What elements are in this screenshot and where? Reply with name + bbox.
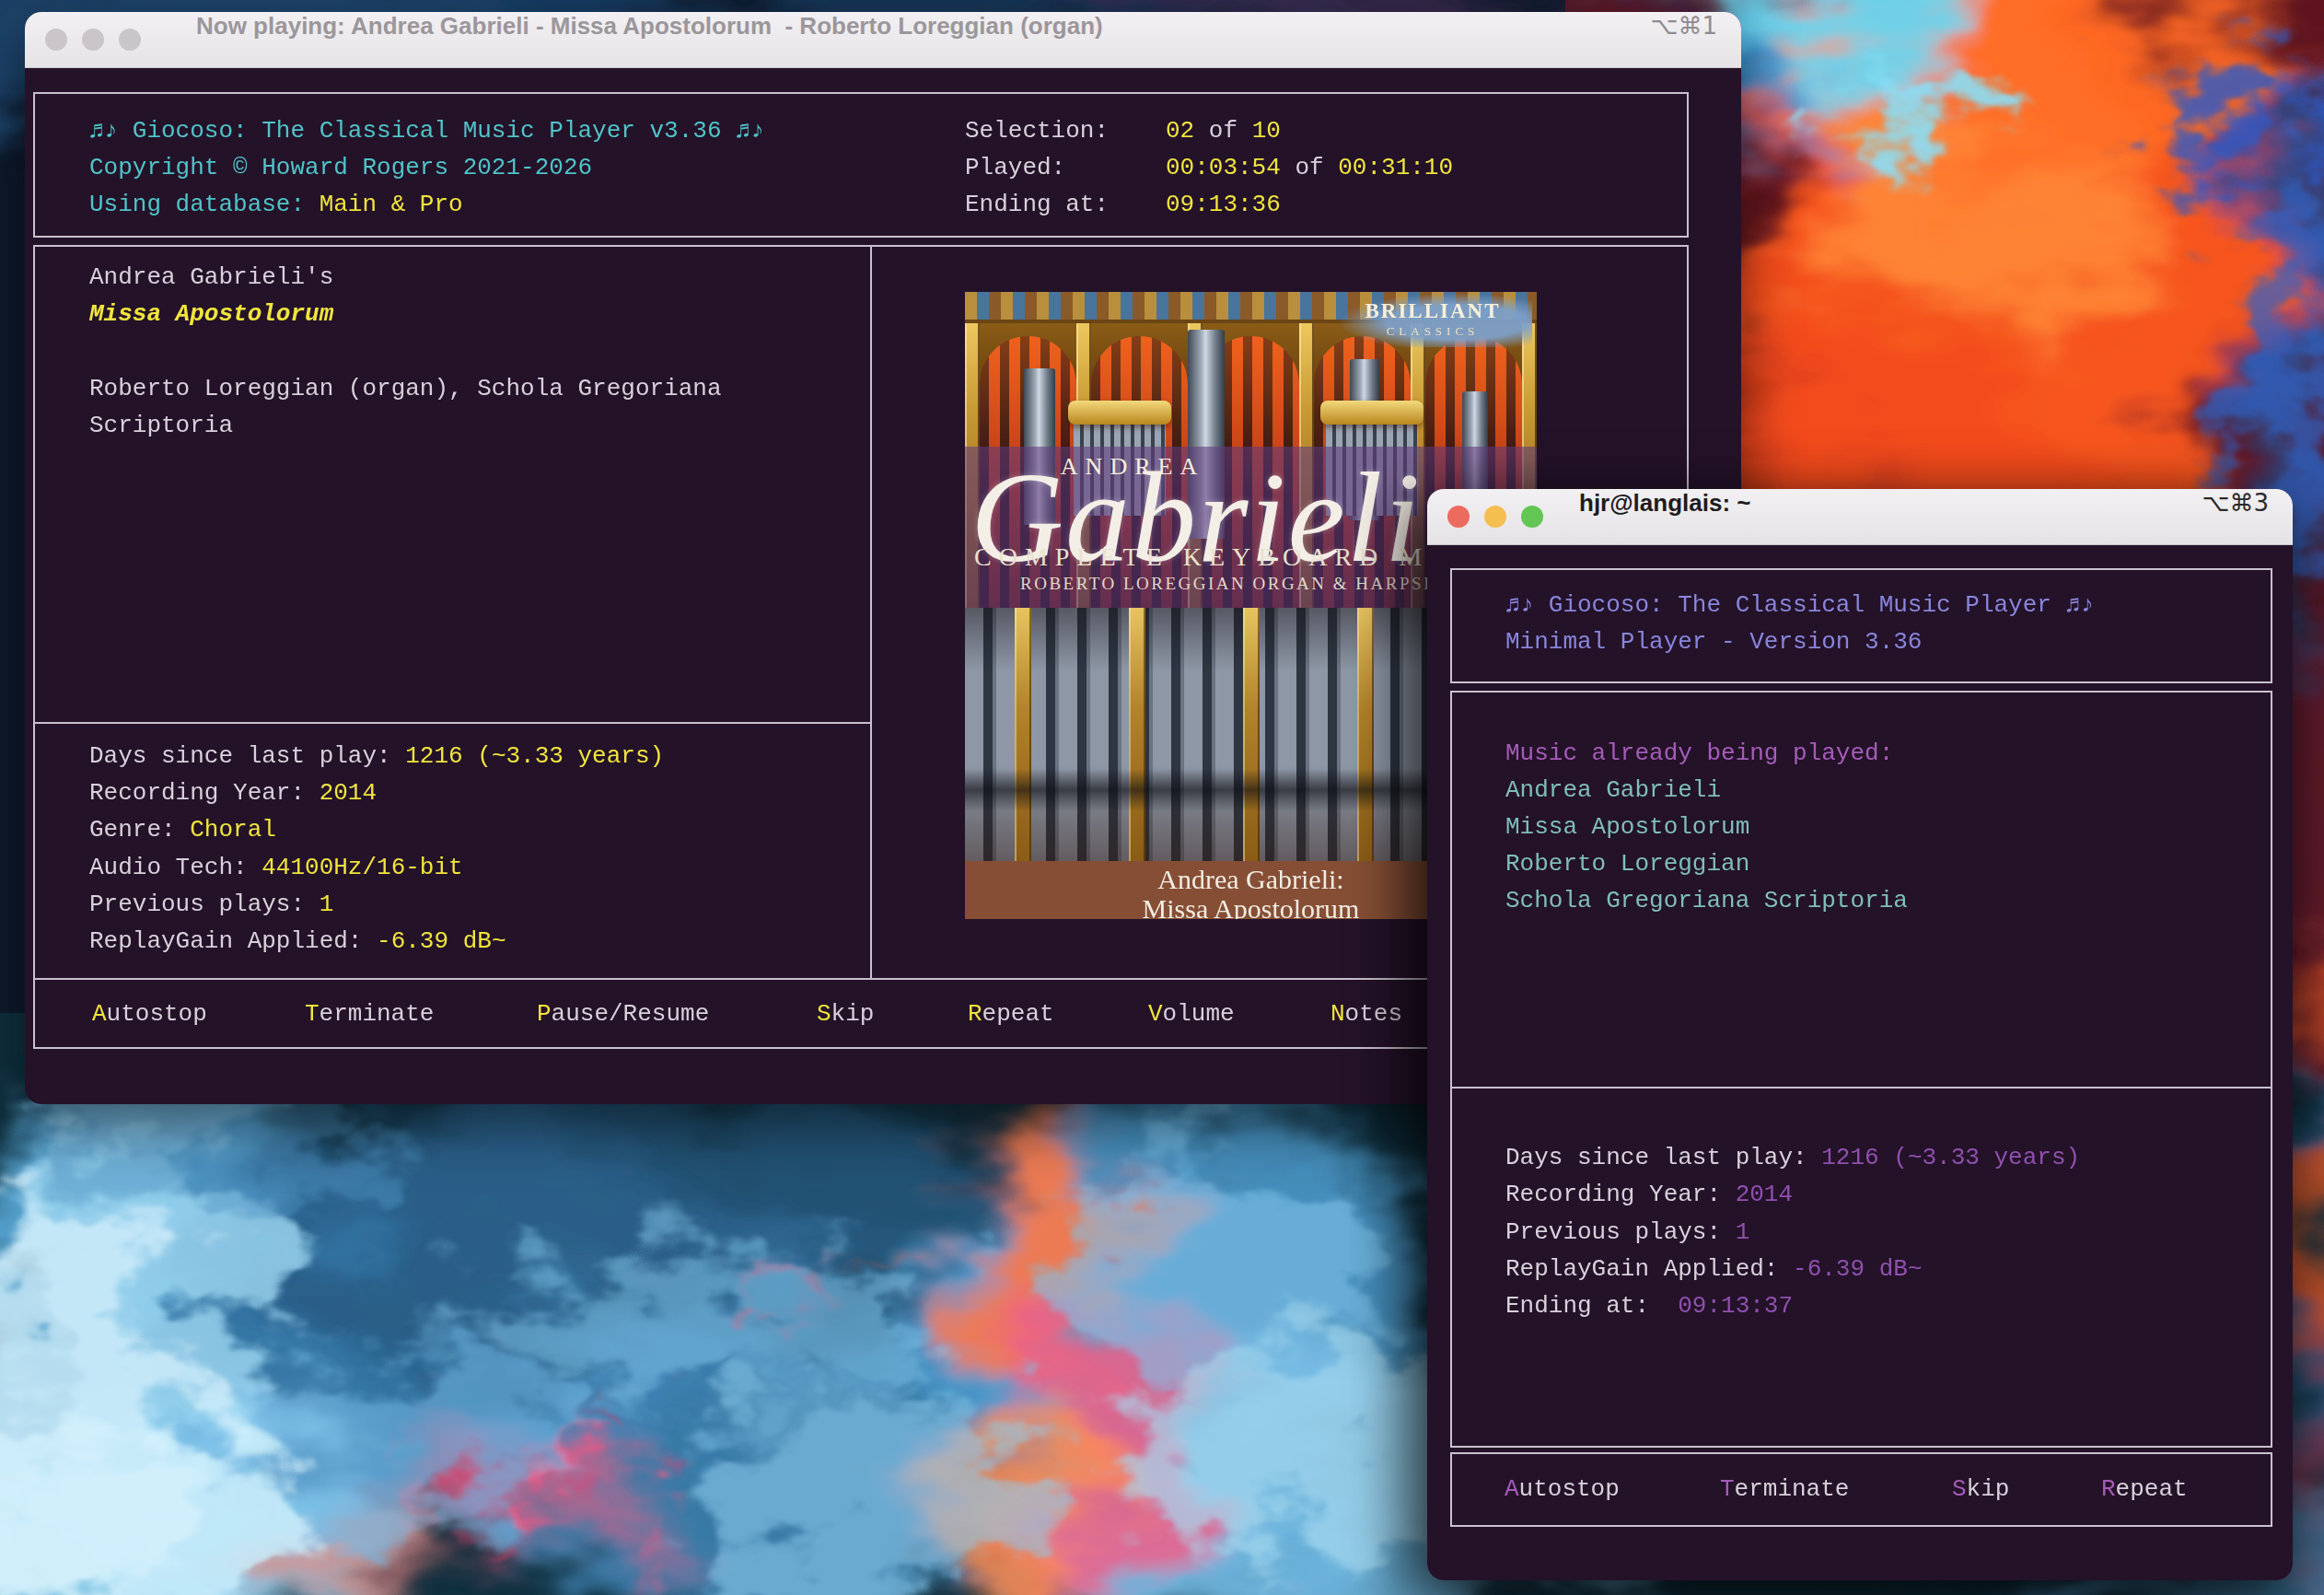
minimize-button[interactable] (1484, 506, 1506, 528)
database-value: Main & Pro (320, 191, 463, 218)
app-banner: ♬♪ Giocoso: The Classical Music Player v… (89, 112, 764, 149)
menu-pause-resume[interactable]: Pause/Resume (537, 995, 709, 1032)
panel-divider-vertical (870, 245, 872, 978)
menu-notes[interactable]: Notes (1330, 995, 1402, 1032)
menu-repeat[interactable]: Repeat (968, 995, 1054, 1032)
window2-title: hjr@langlais: ~ (1579, 489, 1750, 544)
menu-skip[interactable]: Skip (817, 995, 874, 1032)
close-button[interactable] (45, 29, 67, 51)
window1-shortcut: ⌥⌘1 (1650, 12, 1717, 67)
meta-year: Recording Year: 2014 (1505, 1176, 1793, 1213)
meta-audio: Audio Tech: 44100Hz/16-bit (89, 849, 463, 886)
now-playing-ensemble: Schola Gregoriana Scriptoria (1505, 882, 1908, 919)
app-version: Minimal Player - Version 3.36 (1505, 623, 1922, 660)
meta-plays: Previous plays: 1 (1505, 1214, 1749, 1251)
track-title: Missa Apostolorum (89, 296, 333, 332)
menu-volume[interactable]: Volume (1148, 995, 1235, 1032)
window2-terminal[interactable]: ♬♪ Giocoso: The Classical Music Player ♬… (1427, 489, 2293, 1580)
meta-ending: Ending at: 09:13:37 (1505, 1287, 1793, 1324)
gold-crown (1068, 401, 1171, 425)
menu-terminate[interactable]: Terminate (1720, 1471, 1849, 1508)
track-performers: Roberto Loreggian (organ), Schola Gregor… (89, 370, 877, 407)
meta-days: Days since last play: 1216 (~3.33 years) (89, 738, 664, 774)
status-played: Played:00:03:54 of 00:31:10 (965, 149, 1453, 186)
gold-column (1015, 608, 1031, 861)
meta-replaygain: ReplayGain Applied: -6.39 dB~ (89, 923, 506, 960)
meta-year: Recording Year: 2014 (89, 774, 377, 811)
window1-title: Now playing: Andrea Gabrieli - Missa Apo… (196, 12, 1103, 67)
menu-autostop[interactable]: Autostop (1505, 1471, 1620, 1508)
copyright-line: Copyright © Howard Rogers 2021-2026 (89, 149, 592, 186)
app-banner: ♬♪ Giocoso: The Classical Music Player ♬… (1505, 587, 2095, 623)
menu-skip[interactable]: Skip (1952, 1471, 2009, 1508)
meta-plays: Previous plays: 1 (89, 886, 333, 923)
menu-terminate[interactable]: Terminate (305, 995, 434, 1032)
track-composer: Andrea Gabrieli's (89, 259, 333, 296)
window1-titlebar[interactable]: Now playing: Andrea Gabrieli - Missa Apo… (25, 12, 1741, 68)
brilliant-classics-logo: BRILLIANT CLASSICS (1333, 292, 1532, 347)
window2-titlebar[interactable]: hjr@langlais: ~ ⌥⌘3 (1427, 489, 2293, 545)
classics-logo-text: CLASSICS (1333, 324, 1532, 339)
now-playing-artist: Roberto Loreggian (1505, 845, 1749, 882)
database-line: Using database: Main & Pro (89, 186, 463, 223)
gold-crown (1320, 401, 1423, 425)
status-selection: Selection:02 of 10 (965, 112, 1281, 149)
now-playing-work: Missa Apostolorum (1505, 809, 1749, 845)
panel-divider (1450, 1087, 2272, 1089)
meta-days: Days since last play: 1216 (~3.33 years) (1505, 1139, 2080, 1176)
now-playing-heading: Music already being played: (1505, 735, 1893, 772)
window-terminal-minimal: hjr@langlais: ~ ⌥⌘3 ♬♪ Giocoso: The Clas… (1427, 489, 2293, 1580)
meta-genre: Genre: Choral (89, 811, 276, 848)
menu-autostop[interactable]: Autostop (92, 995, 207, 1032)
menu-repeat[interactable]: Repeat (2101, 1471, 2188, 1508)
gold-column (1357, 608, 1374, 861)
panel-divider-horizontal (33, 722, 872, 724)
gold-column (1129, 608, 1145, 861)
window2-shortcut: ⌥⌘3 (2202, 489, 2269, 544)
status-ending: Ending at:09:13:36 (965, 186, 1281, 223)
zoom-button[interactable] (119, 29, 141, 51)
minimize-button[interactable] (82, 29, 104, 51)
close-button[interactable] (1447, 506, 1470, 528)
gold-column (1243, 608, 1260, 861)
zoom-button[interactable] (1521, 506, 1543, 528)
meta-replaygain: ReplayGain Applied: -6.39 dB~ (1505, 1251, 1923, 1287)
brilliant-logo-text: BRILLIANT (1333, 299, 1532, 323)
now-playing-composer: Andrea Gabrieli (1505, 772, 1721, 809)
